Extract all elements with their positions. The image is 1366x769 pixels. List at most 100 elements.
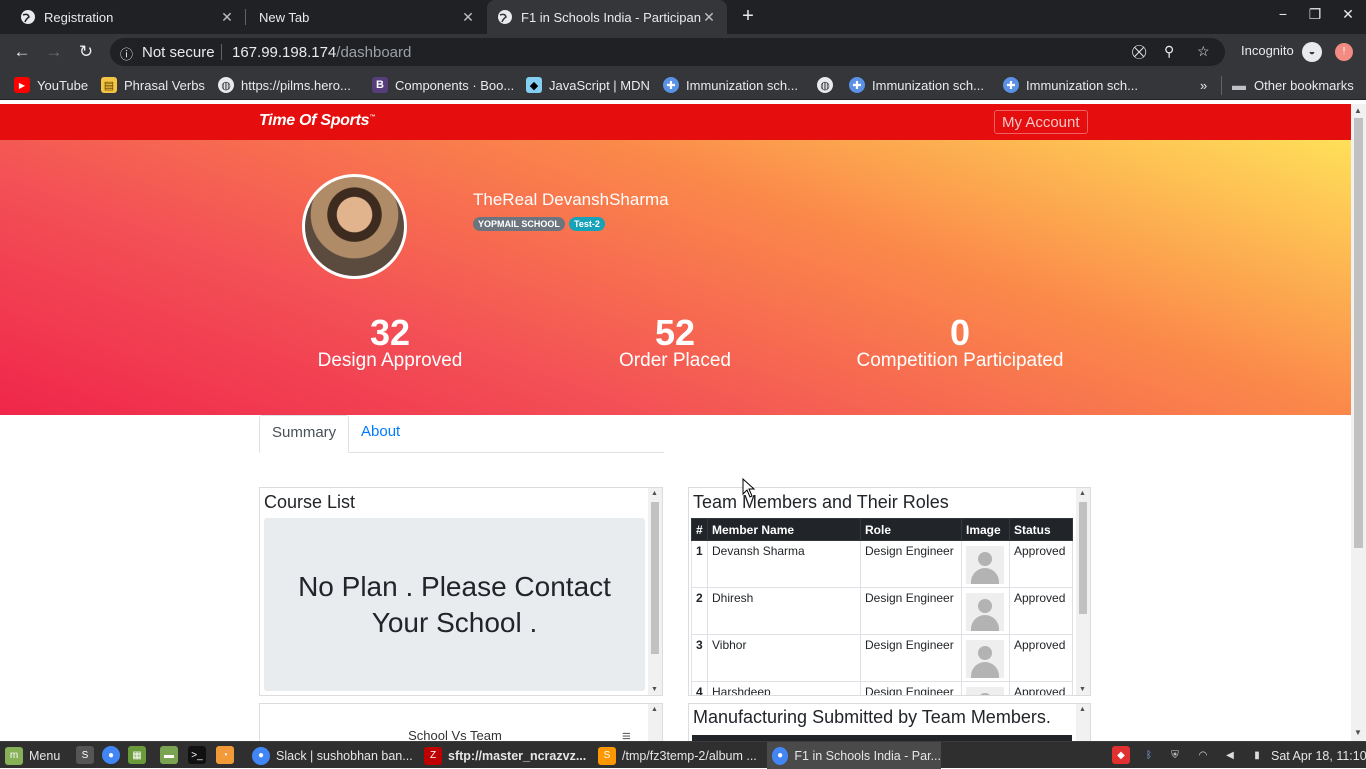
new-tab-button[interactable]: +	[737, 5, 759, 27]
star-icon[interactable]: ☆	[1197, 43, 1210, 60]
menu-icon[interactable]: ≡	[622, 728, 631, 741]
scroll-down-icon[interactable]: ▼	[1354, 728, 1362, 737]
shield-icon[interactable]: ⛨	[1166, 746, 1184, 764]
member-status: Approved	[1009, 681, 1073, 695]
browser-tab-registration[interactable]: Registration ✕	[0, 0, 245, 34]
other-bookmarks[interactable]: ▬ Other bookmarks	[1231, 77, 1354, 93]
profile-tabs: Summary About	[259, 415, 664, 453]
scroll-up-icon[interactable]: ▲	[1354, 106, 1362, 115]
forward-arrow-icon[interactable]: →	[43, 41, 65, 63]
tab-about[interactable]: About	[349, 415, 412, 453]
globe-icon	[497, 9, 513, 25]
scroll-up-icon[interactable]: ▲	[1079, 706, 1086, 713]
address-bar[interactable]: ⓘ Not secure 167.99.198.174/dashboard ⛒ …	[110, 38, 1225, 66]
person-placeholder-icon	[966, 687, 1004, 695]
omnibox-separator	[221, 44, 222, 60]
scroll-down-icon[interactable]: ▼	[1079, 686, 1086, 693]
bookmark-pilms[interactable]: ◍ https://pilms.hero...	[218, 77, 351, 93]
info-icon[interactable]: ⓘ	[120, 44, 133, 63]
card-scrollbar[interactable]: ▲ ▼	[1076, 488, 1090, 695]
chrome-icon: ●	[252, 746, 270, 765]
site-logo[interactable]: Time Of Sports™	[259, 112, 375, 130]
mdn-icon: ◆	[526, 77, 542, 93]
zoom-icon[interactable]: ⚲	[1164, 43, 1174, 60]
terminal-icon[interactable]: >_	[188, 746, 206, 764]
bookmark-globe[interactable]: ◍	[817, 77, 840, 93]
close-icon[interactable]: ✕	[701, 9, 717, 26]
tracking-blocked-icon[interactable]: ⛒	[1132, 43, 1146, 60]
bluetooth-icon[interactable]: ᛒ	[1140, 746, 1158, 764]
tab-summary[interactable]: Summary	[259, 415, 350, 453]
my-account-button[interactable]: My Account	[994, 110, 1088, 134]
tab-title: F1 in Schools India - Participant	[521, 9, 701, 25]
person-placeholder-icon	[966, 546, 1004, 584]
chrome-launcher-icon[interactable]: ●	[102, 746, 120, 764]
scroll-thumb[interactable]	[651, 502, 659, 654]
url-host: 167.99.198.174	[232, 44, 337, 61]
taskbar-item-f1-schools[interactable]: ● F1 in Schools India - Par...	[767, 742, 941, 769]
member-image-cell	[961, 681, 1010, 695]
firefox-icon[interactable]: ◔	[216, 746, 234, 764]
table-header-row: # Member Name Role Image Status	[691, 518, 1073, 541]
taskbar-item-slack[interactable]: ● Slack | sushobhan ban...	[252, 742, 417, 769]
maximize-icon[interactable]: ❐	[1305, 6, 1325, 23]
show-desktop-icon[interactable]: S	[76, 746, 94, 764]
scroll-up-icon[interactable]: ▲	[1079, 490, 1086, 497]
stat-order-placed-label: Order Placed	[619, 350, 731, 371]
reload-icon[interactable]: ↻	[75, 41, 97, 63]
taskbar-item-label: sftp://master_ncrazvz...	[448, 748, 587, 763]
bookmark-mdn[interactable]: ◆ JavaScript | MDN	[526, 77, 650, 93]
bootstrap-icon: B	[372, 77, 388, 93]
member-name: Harshdeep	[707, 681, 861, 695]
battery-icon[interactable]: ▮	[1248, 746, 1266, 764]
window-close-icon[interactable]: ✕	[1338, 6, 1358, 23]
profile-icon[interactable]: !	[1335, 43, 1353, 61]
browser-toolbar: ← → ↻ ⓘ Not secure 167.99.198.174/dashbo…	[0, 34, 1366, 70]
close-icon[interactable]: ✕	[460, 9, 476, 26]
member-role: Design Engineer	[860, 540, 962, 588]
member-image-cell	[961, 634, 1010, 682]
stat-design-approved-value: 32	[369, 312, 411, 353]
scroll-up-icon[interactable]: ▲	[651, 490, 658, 497]
card-scrollbar[interactable]: ▲ ▼	[648, 488, 662, 695]
taskbar-item-filezilla[interactable]: Z sftp://master_ncrazvz...	[424, 742, 594, 769]
back-arrow-icon[interactable]: ←	[11, 41, 33, 63]
card-scrollbar[interactable]: ▲	[648, 704, 662, 741]
bookmark-bootstrap[interactable]: B Components · Boo...	[372, 77, 514, 93]
bookmark-phrasal-verbs[interactable]: ▤ Phrasal Verbs	[101, 77, 205, 93]
anydesk-icon[interactable]: ◆	[1112, 746, 1130, 764]
bookmark-immunization-2[interactable]: ✚ Immunization sch...	[849, 77, 984, 93]
bookmark-immunization-1[interactable]: ✚ Immunization sch...	[663, 77, 798, 93]
bookmark-label: Components · Boo...	[395, 77, 515, 93]
browser-tab-new-tab[interactable]: New Tab ✕	[245, 0, 486, 34]
start-menu-button[interactable]: m Menu	[5, 742, 60, 769]
page-scroll-thumb[interactable]	[1354, 118, 1363, 548]
scroll-down-icon[interactable]: ▼	[651, 686, 658, 693]
browser-tab-f1-schools[interactable]: F1 in Schools India - Participant ✕	[487, 0, 727, 34]
folder-icon[interactable]: ▬	[160, 746, 178, 764]
close-icon[interactable]: ✕	[219, 9, 235, 26]
url-text[interactable]: 167.99.198.174/dashboard	[232, 44, 411, 61]
minimize-icon[interactable]: −	[1273, 6, 1293, 22]
bookmark-label: Immunization sch...	[686, 77, 798, 93]
tab-title: Registration	[44, 9, 114, 25]
column-header: Member Name	[707, 518, 861, 541]
bookmarks-overflow-button[interactable]: »	[1200, 77, 1207, 93]
page-scrollbar[interactable]: ▲ ▼	[1351, 104, 1366, 741]
file-manager-icon[interactable]: ▦	[128, 746, 146, 764]
stat-order-placed-value: 52	[654, 312, 696, 353]
volume-icon[interactable]: ◀	[1221, 746, 1239, 764]
stat-design-approved-label: Design Approved	[317, 350, 463, 371]
menu-label: Menu	[29, 748, 61, 763]
incognito-icon[interactable]: ◒	[1302, 42, 1322, 62]
bookmark-youtube[interactable]: ▶ YouTube	[14, 77, 88, 93]
taskbar-item-sublime[interactable]: S /tmp/fz3temp-2/album ...	[598, 742, 766, 769]
scroll-thumb[interactable]	[1079, 502, 1087, 614]
site-navbar: Time Of Sports™ My Account	[0, 104, 1351, 140]
wifi-icon[interactable]: ◠	[1194, 746, 1212, 764]
bookmark-immunization-3[interactable]: ✚ Immunization sch...	[1003, 77, 1138, 93]
card-scrollbar[interactable]: ▲	[1076, 704, 1090, 741]
clock[interactable]: Sat Apr 18, 11:10	[1271, 742, 1366, 769]
scroll-up-icon[interactable]: ▲	[651, 706, 658, 713]
table-row: 4 Harshdeep Design Engineer Approved	[691, 681, 1073, 695]
